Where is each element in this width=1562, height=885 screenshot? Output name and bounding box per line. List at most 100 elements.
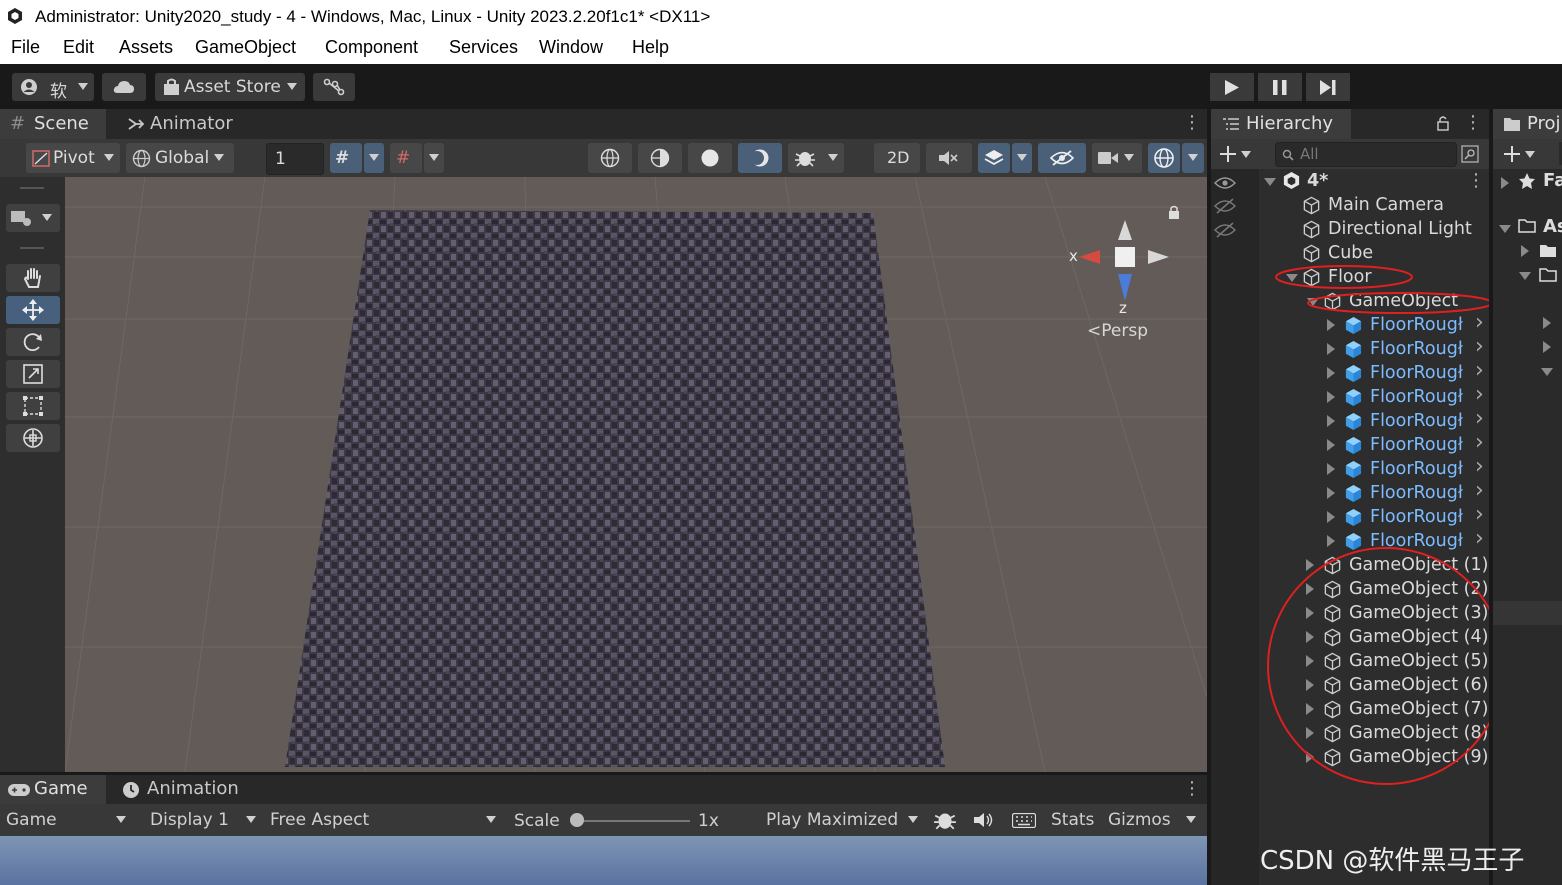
step-button[interactable] [1306, 73, 1350, 101]
transform-tool[interactable] [6, 424, 60, 452]
hierarchy-item[interactable]: GameObject (8) [1303, 721, 1488, 745]
expand-triangle-icon[interactable] [1306, 679, 1314, 691]
eye-hidden-icon[interactable] [1214, 198, 1236, 214]
collapse-triangle-icon[interactable] [1519, 272, 1531, 280]
expand-triangle-icon[interactable] [1306, 631, 1314, 643]
view-options-dropdown[interactable] [6, 204, 60, 232]
unlit-shading-button[interactable] [738, 143, 782, 173]
expand-triangle-icon[interactable] [1521, 245, 1529, 257]
prefab-open-chevron-icon[interactable]: › [1475, 382, 1484, 407]
menu-assets[interactable]: Assets [119, 37, 173, 58]
hierarchy-item[interactable]: GameObject [1303, 289, 1488, 313]
keyboard-shortcuts-button[interactable] [1006, 806, 1042, 834]
hierarchy-item[interactable]: GameObject (9) [1303, 745, 1488, 769]
menu-component[interactable]: Component [325, 37, 418, 58]
pivot-toggle[interactable]: Pivot [26, 143, 120, 173]
scale-slider-track[interactable] [578, 820, 690, 822]
shaded-wireframe-button[interactable] [638, 143, 682, 173]
tab-hierarchy[interactable]: Hierarchy [1211, 109, 1351, 139]
perspective-toggle[interactable]: <Persp [1087, 321, 1148, 341]
gizmos-dropdown[interactable] [1182, 143, 1204, 173]
expand-triangle-icon[interactable] [1327, 463, 1335, 475]
hierarchy-prefab-item[interactable]: FloorRougł › [1324, 310, 1488, 337]
expand-triangle-icon[interactable] [1327, 535, 1335, 547]
menu-services[interactable]: Services [449, 37, 518, 58]
audio-toggle[interactable] [926, 143, 972, 173]
prefab-open-chevron-icon[interactable]: › [1475, 430, 1484, 455]
stats-toggle[interactable]: Stats [1046, 806, 1100, 834]
mode-2d-toggle[interactable]: 2D [874, 143, 920, 173]
more-menu-icon[interactable]: ⋮ [1183, 112, 1201, 133]
prefab-open-chevron-icon[interactable]: › [1475, 406, 1484, 431]
scene-more-icon[interactable]: ⋮ [1467, 170, 1485, 191]
gizmos-dropdown[interactable] [1178, 806, 1204, 834]
effects-toggle[interactable] [978, 143, 1010, 173]
tab-animator[interactable]: Animator [112, 109, 242, 139]
play-mode-select[interactable]: Play Maximized [760, 806, 924, 834]
expand-triangle-icon[interactable] [1306, 703, 1314, 715]
floor-plane[interactable] [285, 210, 945, 767]
expand-triangle-icon[interactable] [1327, 487, 1335, 499]
scale-slider-thumb[interactable] [570, 813, 584, 827]
menu-help[interactable]: Help [632, 37, 669, 58]
hierarchy-item[interactable]: GameObject (5) [1303, 649, 1488, 673]
display-select[interactable]: Display 1 [142, 806, 262, 834]
wireframe-shading-button[interactable] [588, 143, 632, 173]
effects-dropdown[interactable] [1012, 143, 1032, 173]
render-debug-dropdown[interactable] [788, 143, 844, 173]
frame-debugger-button[interactable] [928, 806, 962, 834]
hierarchy-prefab-item[interactable]: FloorRougł › [1324, 454, 1488, 481]
scene-viewport[interactable]: x z <Persp [65, 177, 1207, 772]
expand-triangle-icon[interactable] [1543, 317, 1551, 329]
expand-triangle-icon[interactable] [1327, 511, 1335, 523]
pause-button[interactable] [1258, 73, 1302, 101]
expand-triangle-icon[interactable] [1306, 655, 1314, 667]
hierarchy-item[interactable]: Directional Light [1282, 217, 1488, 241]
game-view-select[interactable]: Game [0, 806, 134, 834]
aspect-select[interactable]: Free Aspect [264, 806, 502, 834]
asset-store-button[interactable]: Asset Store [155, 73, 305, 101]
expand-triangle-icon[interactable] [1501, 177, 1509, 189]
prefab-open-chevron-icon[interactable]: › [1475, 502, 1484, 527]
hierarchy-item[interactable]: Main Camera [1282, 193, 1488, 217]
collapse-triangle-icon[interactable] [1264, 178, 1276, 186]
increment-snap-button[interactable]: # [390, 143, 422, 173]
grid-size-input[interactable]: 1 [266, 143, 324, 175]
menu-edit[interactable]: Edit [63, 37, 94, 58]
hierarchy-search-input[interactable]: All [1275, 142, 1457, 167]
expand-triangle-icon[interactable] [1306, 607, 1314, 619]
tab-animation[interactable]: Animation [112, 775, 252, 804]
create-button[interactable] [1217, 141, 1257, 167]
move-tool[interactable] [6, 296, 60, 324]
expand-triangle-icon[interactable] [1327, 319, 1335, 331]
expand-triangle-icon[interactable] [1306, 727, 1314, 739]
scene-camera-dropdown[interactable] [1092, 143, 1142, 173]
hierarchy-prefab-item[interactable]: FloorRougł › [1324, 430, 1488, 457]
tab-project[interactable]: Proj [1493, 109, 1562, 139]
global-toggle[interactable]: Global [126, 143, 234, 173]
shaded-button[interactable] [688, 143, 732, 173]
hierarchy-scene-root[interactable]: 4* ⋮ [1260, 169, 1488, 193]
account-button[interactable]: 软 [12, 73, 94, 102]
hierarchy-prefab-item[interactable]: FloorRougł › [1324, 382, 1488, 409]
lock-icon[interactable] [1168, 205, 1180, 219]
prefab-open-chevron-icon[interactable]: › [1475, 526, 1484, 551]
tab-game[interactable]: Game [0, 775, 106, 804]
tab-scene[interactable]: # Scene [0, 109, 106, 139]
hierarchy-prefab-item[interactable]: FloorRougł › [1324, 478, 1488, 505]
hierarchy-item[interactable]: GameObject (7) [1303, 697, 1488, 721]
rotate-tool[interactable] [6, 328, 60, 356]
menu-file[interactable]: File [11, 37, 40, 58]
expand-triangle-icon[interactable] [1327, 343, 1335, 355]
hand-tool[interactable] [6, 264, 60, 292]
prefab-open-chevron-icon[interactable]: › [1475, 310, 1484, 335]
gizmos-toggle[interactable] [1148, 143, 1180, 173]
expand-triangle-icon[interactable] [1306, 559, 1314, 571]
menu-gameobject[interactable]: GameObject [195, 37, 296, 58]
rect-tool[interactable] [6, 392, 60, 420]
expand-triangle-icon[interactable] [1327, 415, 1335, 427]
hierarchy-item[interactable]: GameObject (1) [1303, 553, 1488, 577]
increment-snap-dropdown[interactable] [424, 143, 444, 173]
expand-triangle-icon[interactable] [1306, 583, 1314, 595]
expand-triangle-icon[interactable] [1327, 391, 1335, 403]
